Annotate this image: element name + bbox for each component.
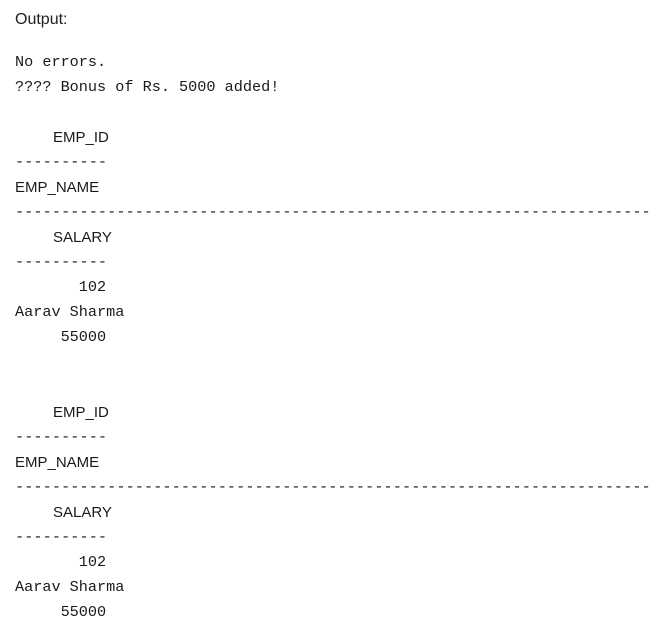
emp-name-column-header: EMP_NAME [15,179,100,196]
bonus-message: ???? Bonus of Rs. 5000 added! [15,78,280,96]
emp-name-value: Aarav Sharma [15,303,125,321]
emp-id-underline: ---------- [15,428,108,446]
status-message: No errors. [15,53,107,71]
salary-column-header: SALARY [53,504,112,521]
salary-underline: ---------- [15,528,108,546]
salary-column-header: SALARY [53,229,112,246]
result-block: EMP_ID ---------- EMP_NAME -------------… [15,125,652,350]
emp-id-value: 102 [15,278,107,296]
salary-value: 55000 [15,603,107,621]
emp-id-column-header: EMP_ID [53,404,109,421]
console-output: No errors. ???? Bonus of Rs. 5000 added!… [15,50,652,625]
salary-value: 55000 [15,328,107,346]
emp-name-underline: ----------------------------------------… [15,203,652,221]
salary-underline: ---------- [15,253,108,271]
emp-name-underline: ----------------------------------------… [15,478,652,496]
emp-id-underline: ---------- [15,153,108,171]
emp-name-value: Aarav Sharma [15,578,125,596]
emp-id-column-header: EMP_ID [53,129,109,146]
emp-id-value: 102 [15,553,107,571]
emp-name-column-header: EMP_NAME [15,454,100,471]
output-label: Output: [15,11,68,28]
result-block: EMP_ID ---------- EMP_NAME -------------… [15,400,652,625]
